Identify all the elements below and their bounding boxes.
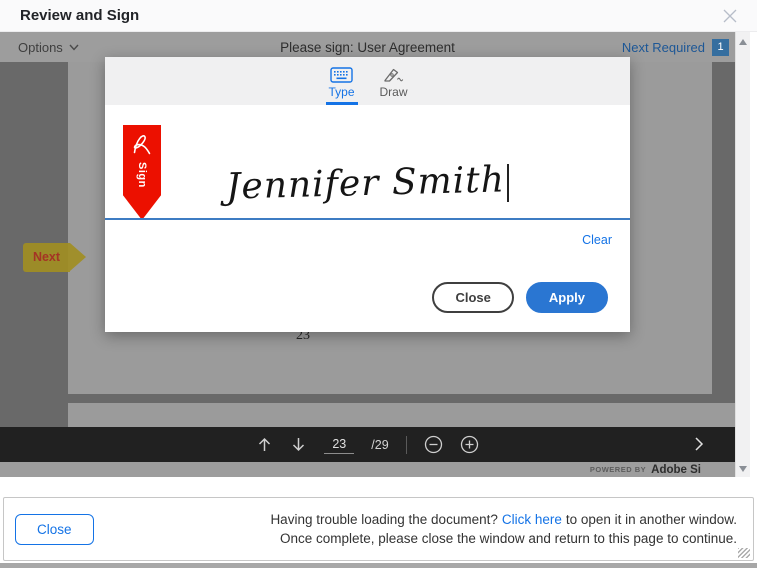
footer-panel: Close Having trouble loading the documen…	[3, 497, 754, 561]
text-cursor	[507, 164, 509, 202]
tab-draw-label: Draw	[379, 85, 407, 102]
close-icon[interactable]	[721, 7, 739, 25]
scroll-down-icon[interactable]	[739, 466, 747, 472]
page-total-label: /29	[371, 438, 388, 452]
chevron-right-icon	[693, 435, 705, 453]
plus-circle-icon	[460, 435, 479, 454]
dialog-close-button[interactable]: Close	[432, 282, 513, 313]
pen-icon	[383, 67, 405, 83]
footer-help-line2: Once complete, please close the window a…	[270, 529, 737, 548]
clear-link[interactable]: Clear	[582, 233, 612, 247]
footer-help-text: Having trouble loading the document? Clic…	[270, 510, 737, 548]
signature-text: Jennifer Smith	[225, 159, 505, 207]
signature-baseline	[105, 218, 630, 220]
click-here-link[interactable]: Click here	[502, 512, 562, 527]
keyboard-icon	[330, 67, 353, 83]
tab-type-label: Type	[328, 85, 354, 102]
vertical-scrollbar[interactable]	[735, 32, 750, 477]
footer-help-line1-prefix: Having trouble loading the document?	[270, 512, 497, 527]
next-required-button[interactable]: Next Required 1	[622, 39, 729, 56]
arrow-down-icon	[290, 436, 307, 453]
window-bottom-edge	[0, 563, 757, 568]
powered-by-label: POWERED BY	[590, 465, 646, 474]
document-page-24	[68, 403, 735, 427]
arrow-up-icon	[256, 436, 273, 453]
previous-page-button[interactable]	[256, 436, 273, 453]
options-label: Options	[18, 40, 63, 55]
signature-dialog-header: Type Draw	[105, 57, 630, 105]
tab-draw[interactable]: Draw	[378, 67, 410, 105]
minus-circle-icon	[424, 435, 443, 454]
toolbar-divider	[406, 436, 407, 454]
chevron-down-icon	[69, 44, 79, 51]
scroll-up-icon[interactable]	[739, 39, 747, 45]
apply-button[interactable]: Apply	[526, 282, 608, 313]
next-field-tag[interactable]: Next	[23, 243, 70, 272]
next-page-button[interactable]	[290, 436, 307, 453]
zoom-in-button[interactable]	[460, 435, 479, 454]
brand-label: Adobe Si	[651, 464, 701, 476]
page-number-input[interactable]	[324, 435, 354, 454]
zoom-out-button[interactable]	[424, 435, 443, 454]
window-titlebar: Review and Sign	[0, 0, 757, 32]
footer-help-line1-suffix: to open it in another window.	[566, 512, 737, 527]
pdf-toolbar: /29	[0, 427, 735, 462]
adobe-logo-icon	[127, 130, 157, 160]
resize-grip-icon[interactable]	[738, 548, 750, 558]
footer-close-button[interactable]: Close	[15, 514, 94, 545]
window-title: Review and Sign	[20, 7, 139, 24]
powered-by-strip: POWERED BY Adobe Si	[0, 462, 735, 477]
options-menu-button[interactable]: Options	[18, 40, 79, 55]
dialog-buttons: Close Apply	[432, 282, 608, 313]
next-required-count-badge: 1	[712, 39, 729, 56]
tab-type[interactable]: Type	[326, 67, 358, 105]
signature-dialog: Type Draw Sign Jennifer Smith Clear C	[105, 57, 630, 332]
signature-input-area[interactable]: Jennifer Smith	[105, 163, 630, 204]
next-required-label: Next Required	[622, 40, 705, 55]
footer-help-line1: Having trouble loading the document? Clic…	[270, 510, 737, 529]
review-and-sign-window: Review and Sign Options Please sign: Use…	[0, 0, 757, 568]
expand-tools-button[interactable]	[693, 435, 705, 453]
